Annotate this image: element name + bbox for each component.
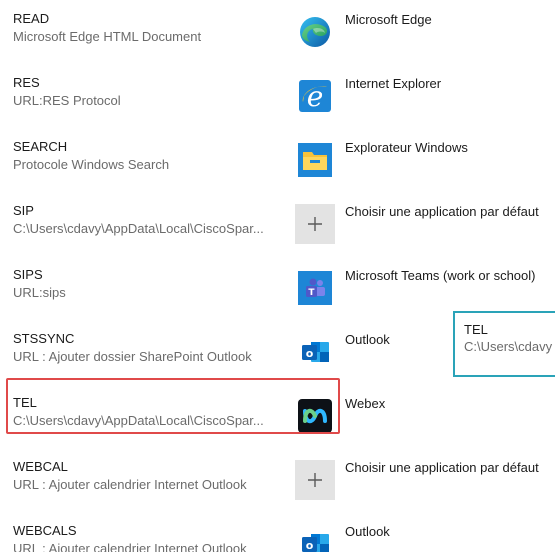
svg-text:o: o <box>306 347 314 360</box>
svg-text:o: o <box>306 539 314 552</box>
default-app-name[interactable]: Outlook <box>345 523 390 540</box>
protocol-info[interactable]: TEL C:\Users\cdavy\AppData\Local\CiscoSp… <box>13 394 288 429</box>
protocol-name: TEL <box>13 395 37 410</box>
protocol-row-read: READ Microsoft Edge HTML Document Micros… <box>0 0 555 64</box>
protocol-info: SIP C:\Users\cdavy\AppData\Local\CiscoSp… <box>13 202 288 237</box>
default-app-name[interactable]: Outlook <box>345 331 390 348</box>
protocol-info: WEBCAL URL : Ajouter calendrier Internet… <box>13 458 288 493</box>
protocol-name: RES <box>13 75 40 90</box>
default-app-name[interactable]: Microsoft Edge <box>345 11 432 28</box>
webex-icon[interactable] <box>295 396 335 436</box>
choose-default-app-button[interactable] <box>295 460 335 500</box>
protocol-name: SIP <box>13 203 34 218</box>
svg-text:T: T <box>308 288 315 298</box>
protocol-row-res: RES URL:RES Protocol e Internet Explorer <box>0 64 555 128</box>
tooltip-description: C:\Users\cdavy <box>464 339 553 354</box>
choose-default-app-button[interactable] <box>295 204 335 244</box>
protocol-info: STSSYNC URL : Ajouter dossier SharePoint… <box>13 330 288 365</box>
tooltip-protocol-name: TEL <box>464 322 488 337</box>
protocol-description: C:\Users\cdavy\AppData\Local\CiscoSpar..… <box>13 221 264 236</box>
protocol-description: URL : Ajouter dossier SharePoint Outlook <box>13 349 252 364</box>
default-app-name[interactable]: Internet Explorer <box>345 75 441 92</box>
protocol-description: URL : Ajouter calendrier Internet Outloo… <box>13 477 247 492</box>
protocol-description: C:\Users\cdavy\AppData\Local\CiscoSpar..… <box>13 413 264 428</box>
plus-icon <box>295 460 335 500</box>
file-explorer-icon[interactable] <box>295 140 335 180</box>
protocol-description: URL:sips <box>13 285 66 300</box>
outlook-icon[interactable]: o <box>295 524 335 552</box>
protocol-info: SIPS URL:sips <box>13 266 288 301</box>
protocol-info: WEBCALS URL : Ajouter calendrier Interne… <box>13 522 288 552</box>
tooltip: TEL C:\Users\cdavy <box>453 311 555 377</box>
svg-text:e: e <box>307 80 324 113</box>
outlook-icon[interactable]: o <box>295 332 335 372</box>
internet-explorer-icon[interactable]: e <box>295 76 335 116</box>
default-app-name[interactable]: Microsoft Teams (work or school) <box>345 267 535 284</box>
default-app-name[interactable]: Webex <box>345 395 385 412</box>
protocol-description: Protocole Windows Search <box>13 157 170 172</box>
protocol-row-tel[interactable]: TEL C:\Users\cdavy\AppData\Local\CiscoSp… <box>0 384 555 448</box>
default-app-name[interactable]: Explorateur Windows <box>345 139 468 156</box>
microsoft-edge-icon[interactable] <box>295 12 335 52</box>
protocol-description: Microsoft Edge HTML Document <box>13 29 202 44</box>
protocol-name: STSSYNC <box>13 331 75 346</box>
default-apps-by-protocol-list: READ Microsoft Edge HTML Document Micros… <box>0 0 555 552</box>
protocol-info: READ Microsoft Edge HTML Document <box>13 10 288 45</box>
default-app-name[interactable]: Choisir une application par défaut <box>345 459 539 476</box>
protocol-row-sip: SIP C:\Users\cdavy\AppData\Local\CiscoSp… <box>0 192 555 256</box>
protocol-row-search: SEARCH Protocole Windows Search Explorat… <box>0 128 555 192</box>
protocol-row-webcals: WEBCALS URL : Ajouter calendrier Interne… <box>0 512 555 552</box>
microsoft-teams-icon[interactable]: T <box>295 268 335 308</box>
protocol-name: WEBCAL <box>13 459 68 474</box>
protocol-name: SIPS <box>13 267 43 282</box>
protocol-row-webcal: WEBCAL URL : Ajouter calendrier Internet… <box>0 448 555 512</box>
protocol-description: URL:RES Protocol <box>13 93 121 108</box>
plus-icon <box>295 204 335 244</box>
protocol-info: RES URL:RES Protocol <box>13 74 288 109</box>
protocol-name: READ <box>13 11 50 26</box>
protocol-name: SEARCH <box>13 139 68 154</box>
protocol-name: WEBCALS <box>13 523 77 538</box>
protocol-description: URL : Ajouter calendrier Internet Outloo… <box>13 541 247 552</box>
protocol-info: SEARCH Protocole Windows Search <box>13 138 288 173</box>
default-app-name[interactable]: Choisir une application par défaut <box>345 203 539 220</box>
